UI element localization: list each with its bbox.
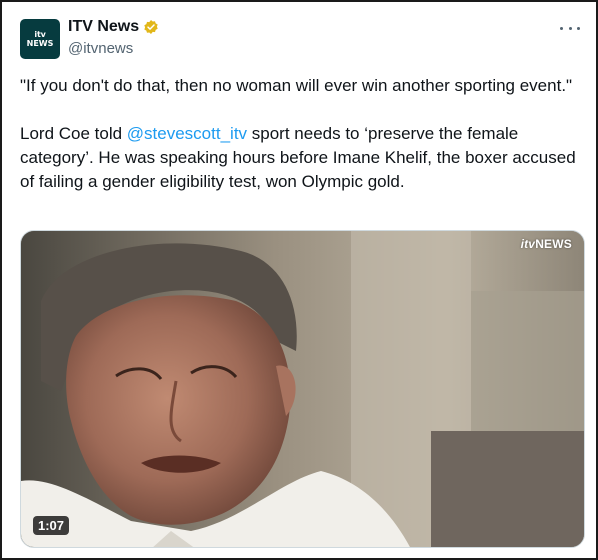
author-name-row: ITV News (68, 18, 159, 36)
more-options-icon[interactable] (560, 20, 580, 36)
verified-badge-icon (143, 19, 159, 35)
video-player[interactable]: itvNEWS 1:07 (20, 230, 585, 548)
video-thumbnail (21, 231, 584, 547)
tweet-text-before-mention: Lord Coe told (20, 124, 127, 143)
avatar-news-text: NEWS (26, 38, 54, 48)
tweet-paragraph-quote: "If you don't do that, then no woman wil… (20, 76, 573, 95)
mention-link[interactable]: @stevescott_itv (127, 124, 247, 143)
video-duration: 1:07 (33, 516, 70, 535)
tweet-card: itv NEWS ITV News @itvnews "If you don't… (0, 0, 598, 560)
avatar-logo-text: itv (34, 29, 46, 39)
tweet-text: "If you don't do that, then no woman wil… (20, 74, 580, 194)
tweet-paragraph-body: Lord Coe told @stevescott_itv sport need… (20, 122, 580, 194)
author-handle[interactable]: @itvnews (68, 40, 133, 57)
avatar[interactable]: itv NEWS (20, 19, 60, 59)
itv-news-watermark: itvNEWS (520, 237, 572, 251)
author-display-name[interactable]: ITV News (68, 18, 139, 36)
